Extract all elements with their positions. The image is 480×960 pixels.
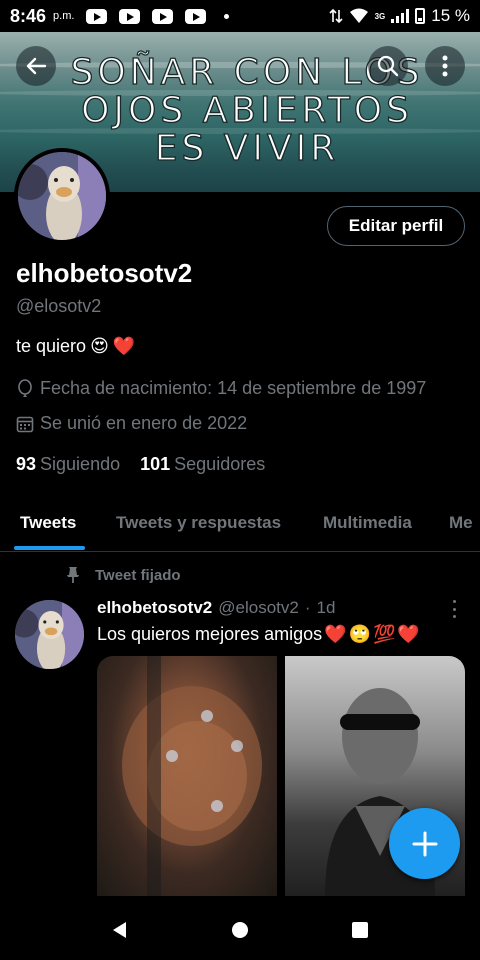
display-name: elhobetosotv2: [16, 258, 193, 288]
plus-icon: [412, 831, 437, 856]
bio-emoji: ❤️: [112, 336, 136, 356]
nav-back-button[interactable]: [100, 910, 140, 950]
followers-label: Seguidores: [174, 454, 266, 474]
status-ampm: p.m.: [53, 10, 75, 22]
calendar-icon: [16, 416, 34, 432]
notification-dot-icon: [224, 13, 230, 19]
tweet-text-body: Los quieros mejores amigos: [97, 624, 323, 644]
bio: te quiero 😍 ❤️: [16, 336, 135, 357]
tweet-header: elhobetosotv2 @elosotv2 · 1d: [97, 598, 335, 618]
profile-avatar[interactable]: [14, 148, 110, 244]
birth-date: Fecha de nacimiento: 14 de septiembre de…: [16, 378, 426, 399]
system-navigation-bar: [0, 900, 480, 960]
more-vertical-icon: [442, 55, 448, 77]
status-bar: 8:46 p.m. 3G 15 %: [0, 0, 480, 32]
following-link[interactable]: 93 Siguiendo: [16, 454, 120, 475]
photo-image: [122, 656, 262, 896]
tweet-author-handle: @elosotv2: [218, 598, 299, 617]
nav-home-button[interactable]: [220, 910, 260, 950]
tweet-time: 1d: [316, 598, 336, 617]
join-date: Se unió en enero de 2022: [16, 413, 247, 434]
following-label: Siguiendo: [40, 454, 121, 474]
edit-profile-button[interactable]: Editar perfil: [327, 206, 465, 246]
active-tab-indicator: [14, 546, 85, 550]
banner-line: OJOS ABIERTOS: [80, 90, 413, 131]
signal-icon: [391, 9, 410, 23]
tweet-emoji: ❤️: [397, 624, 420, 644]
tweet-avatar[interactable]: [15, 600, 84, 669]
tab-likes[interactable]: Me: [449, 494, 473, 552]
pinned-label: Tweet fijado: [65, 566, 181, 584]
tab-tweets[interactable]: Tweets: [20, 494, 76, 552]
goose-avatar-image: [18, 152, 106, 240]
profile-tabs: Tweets Tweets y respuestas Multimedia Me: [0, 494, 480, 552]
pin-icon: [67, 567, 79, 583]
bio-emoji: 😍: [90, 336, 109, 356]
battery-icon: [415, 8, 426, 24]
triangle-back-icon: [113, 922, 126, 938]
tweet-more-button[interactable]: [446, 600, 462, 618]
nav-recents-button[interactable]: [340, 910, 380, 950]
join-date-label: Se unió en enero de 2022: [40, 413, 248, 433]
network-type: 3G: [374, 11, 386, 21]
square-recents-icon: [352, 922, 368, 938]
status-time: 8:46: [10, 5, 47, 26]
balloon-icon: [18, 378, 32, 397]
wifi-icon: [349, 8, 368, 23]
data-transfer-icon: [329, 8, 343, 24]
youtube-icon: [185, 8, 207, 24]
compose-tweet-button[interactable]: [389, 808, 460, 879]
birth-date-label: Fecha de nacimiento: 14 de septiembre de…: [40, 378, 427, 398]
followers-count: 101: [140, 454, 171, 474]
battery-percent: 15 %: [431, 6, 470, 25]
banner-line: SOÑAR CON LOS: [70, 52, 424, 93]
youtube-icon: [119, 8, 141, 24]
tab-tweets-replies[interactable]: Tweets y respuestas: [116, 494, 281, 552]
tweet-text: Los quieros mejores amigos ❤️ 🙄 💯 ❤️: [97, 624, 420, 645]
tweet-emoji: 🙄: [348, 624, 371, 644]
follow-stats: 93 Siguiendo 101 Seguidores: [16, 454, 265, 475]
goose-avatar-image: [15, 600, 84, 669]
tweet-emoji: ❤️: [324, 624, 347, 644]
youtube-icon: [86, 8, 108, 24]
tweet-photo-1[interactable]: [97, 656, 277, 896]
bio-text: te quiero: [16, 336, 87, 356]
pinned-text: Tweet fijado: [95, 566, 181, 584]
search-icon: [377, 55, 399, 77]
followers-link[interactable]: 101 Seguidores: [140, 454, 265, 475]
following-count: 93: [16, 454, 37, 474]
user-handle: @elosotv2: [16, 296, 102, 316]
tweet-emoji: 💯: [372, 624, 396, 644]
circle-home-icon: [232, 922, 248, 938]
more-options-button[interactable]: [425, 46, 465, 86]
arrow-left-icon: [26, 57, 47, 75]
tweet-separator: ·: [304, 598, 311, 617]
search-button[interactable]: [368, 46, 408, 86]
tweet-author-name[interactable]: elhobetosotv2: [97, 598, 212, 618]
tab-media[interactable]: Multimedia: [323, 494, 412, 552]
back-button[interactable]: [16, 46, 56, 86]
youtube-icon: [152, 8, 174, 24]
